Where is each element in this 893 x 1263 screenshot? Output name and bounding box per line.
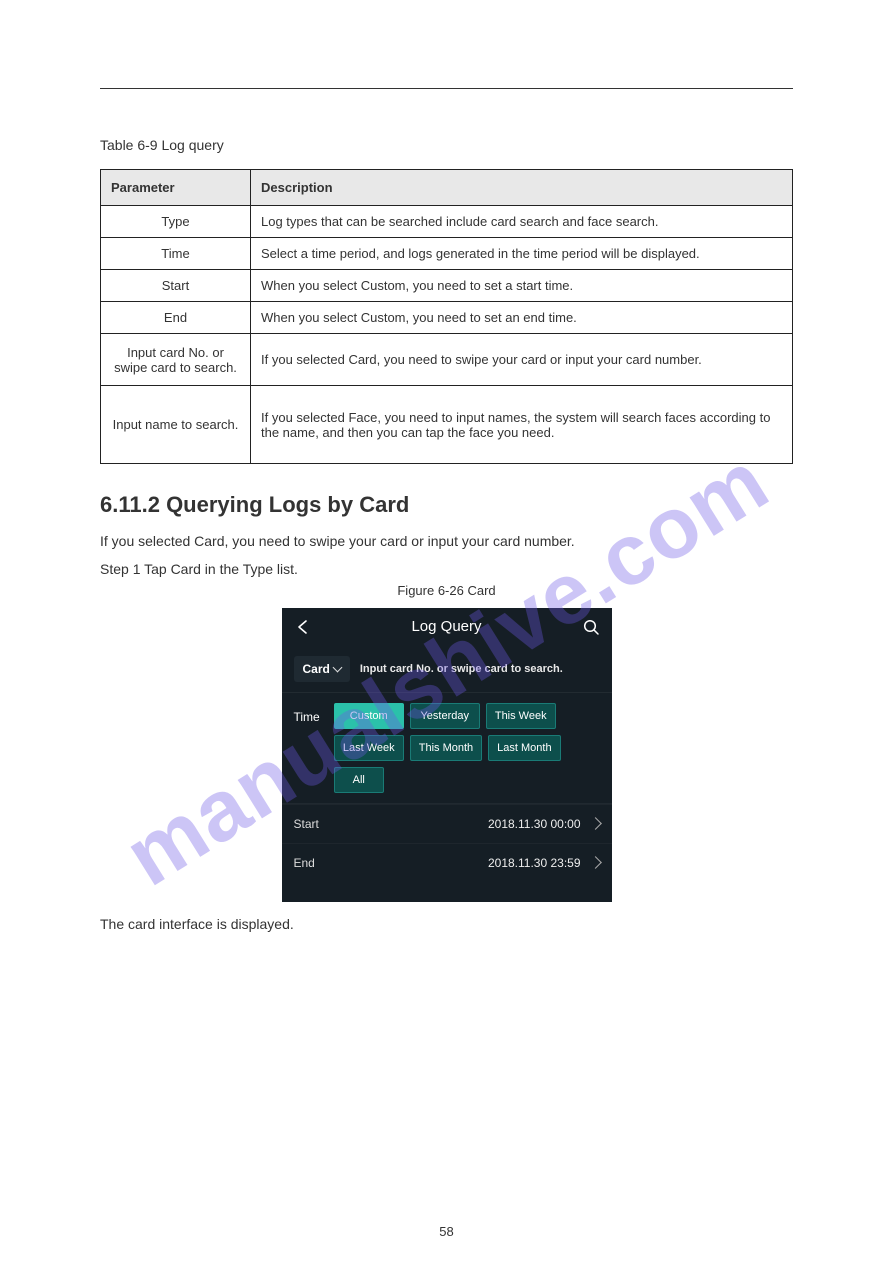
table-row: Input card No. or swipe card to search. …	[101, 334, 793, 386]
end-row[interactable]: End 2018.11.30 23:59	[282, 843, 612, 882]
cell-parameter: End	[101, 302, 251, 334]
parameters-table: Parameter Description Type Log types tha…	[100, 169, 793, 464]
document-page: Table 6-9 Log query Parameter Descriptio…	[0, 0, 893, 932]
log-query-title: Log Query	[312, 618, 582, 635]
time-chip-all[interactable]: All	[334, 767, 384, 793]
chevron-down-icon	[332, 662, 342, 672]
cell-parameter: Input card No. or swipe card to search.	[101, 334, 251, 386]
figure-followup-text: The card interface is displayed.	[100, 916, 793, 932]
chevron-right-icon	[589, 857, 602, 870]
cell-parameter: Type	[101, 206, 251, 238]
cell-parameter: Time	[101, 238, 251, 270]
cell-parameter: Start	[101, 270, 251, 302]
time-chip-yesterday[interactable]: Yesterday	[410, 703, 480, 729]
time-row: Time Custom Yesterday This Week Last Wee…	[282, 693, 612, 804]
table-header-parameter: Parameter	[101, 170, 251, 206]
end-value-container: 2018.11.30 23:59	[488, 856, 600, 870]
time-chip-this-week[interactable]: This Week	[486, 703, 556, 729]
start-row[interactable]: Start 2018.11.30 00:00	[282, 804, 612, 843]
start-value-container: 2018.11.30 00:00	[488, 817, 600, 831]
cell-parameter: Input name to search.	[101, 386, 251, 464]
log-query-search-row: Card Input card No. or swipe card to sea…	[282, 646, 612, 693]
cell-description: When you select Custom, you need to set …	[251, 270, 793, 302]
table-row: Start When you select Custom, you need t…	[101, 270, 793, 302]
back-icon[interactable]	[294, 618, 312, 636]
table-row: Time Select a time period, and logs gene…	[101, 238, 793, 270]
log-query-header: Log Query	[282, 608, 612, 646]
table-row: End When you select Custom, you need to …	[101, 302, 793, 334]
table-header-description: Description	[251, 170, 793, 206]
time-chip-custom[interactable]: Custom	[334, 703, 404, 729]
start-value: 2018.11.30 00:00	[488, 817, 581, 831]
time-chip-this-month[interactable]: This Month	[410, 735, 482, 761]
end-label: End	[294, 856, 315, 870]
table-row: Input name to search. If you selected Fa…	[101, 386, 793, 464]
cell-description: If you selected Face, you need to input …	[251, 386, 793, 464]
log-query-panel: Log Query Card Input card No. or swipe c…	[282, 608, 612, 902]
table-caption: Table 6-9 Log query	[100, 137, 793, 153]
cell-description: Select a time period, and logs generated…	[251, 238, 793, 270]
type-selector-label: Card	[303, 662, 330, 676]
time-chip-last-week[interactable]: Last Week	[334, 735, 404, 761]
header-rule	[100, 88, 793, 89]
table-row: Type Log types that can be searched incl…	[101, 206, 793, 238]
body-paragraph: If you selected Card, you need to swipe …	[100, 532, 793, 551]
figure-caption: Figure 6-26 Card	[100, 583, 793, 598]
cell-description: When you select Custom, you need to set …	[251, 302, 793, 334]
search-input-hint[interactable]: Input card No. or swipe card to search.	[360, 663, 563, 675]
search-icon[interactable]	[582, 618, 600, 636]
log-query-screenshot: Log Query Card Input card No. or swipe c…	[100, 608, 793, 902]
type-selector[interactable]: Card	[294, 656, 350, 682]
end-value: 2018.11.30 23:59	[488, 856, 581, 870]
start-label: Start	[294, 817, 319, 831]
step-text: Step 1 Tap Card in the Type list.	[100, 561, 793, 577]
cell-description: Log types that can be searched include c…	[251, 206, 793, 238]
page-number: 58	[0, 1224, 893, 1239]
chevron-right-icon	[589, 818, 602, 831]
time-chips: Custom Yesterday This Week Last Week Thi…	[334, 703, 600, 793]
section-heading: 6.11.2 Querying Logs by Card	[100, 492, 793, 518]
time-label: Time	[294, 703, 320, 793]
time-chip-last-month[interactable]: Last Month	[488, 735, 560, 761]
cell-description: If you selected Card, you need to swipe …	[251, 334, 793, 386]
